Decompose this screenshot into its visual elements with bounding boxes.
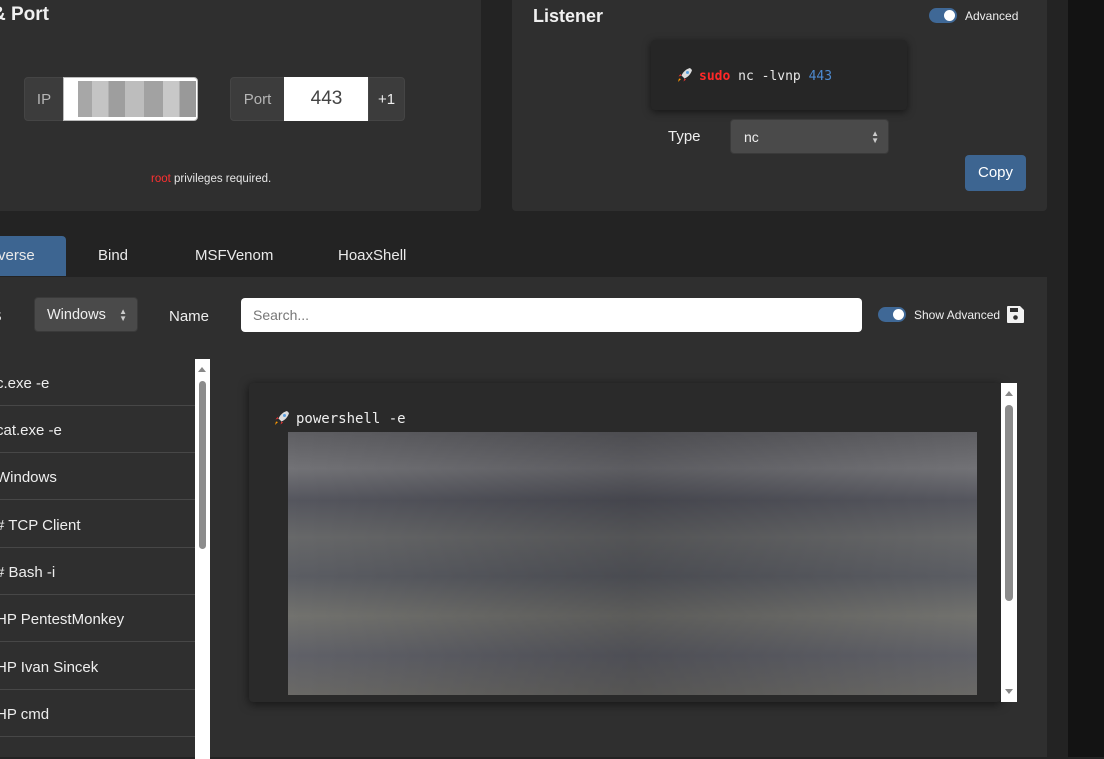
listener-command: sudo nc -lvnp 443 xyxy=(677,67,832,84)
tab-hoaxshell[interactable]: HoaxShell xyxy=(338,236,406,276)
port-increment-button[interactable]: +1 xyxy=(368,77,405,121)
output-scrollbar[interactable] xyxy=(1001,383,1017,702)
advanced-label: Advanced xyxy=(965,9,1019,23)
ip-port-panel: & Port IP Port 443 +1 root privileges re… xyxy=(0,0,481,211)
type-selected-value: nc xyxy=(744,129,759,145)
updown-arrow-icon: ▲ ▼ xyxy=(119,307,127,323)
list-item[interactable]: HP Ivan Sincek xyxy=(0,643,195,690)
scroll-up-icon[interactable] xyxy=(1005,391,1013,396)
listener-panel: Listener Advanced sudo nc -lvnp 443 Type… xyxy=(512,0,1047,211)
copy-button[interactable]: Copy xyxy=(965,155,1026,191)
advanced-toggle[interactable] xyxy=(929,8,957,23)
list-item[interactable]: HP PentestMonkey xyxy=(0,595,195,642)
tab-msfvenom[interactable]: MSFVenom xyxy=(195,236,273,276)
root-keyword: root xyxy=(151,173,171,185)
name-label: Name xyxy=(169,308,210,325)
command-port: 443 xyxy=(808,69,833,84)
save-icon[interactable] xyxy=(1006,305,1025,324)
scroll-down-icon[interactable] xyxy=(1005,689,1013,694)
shell-panel: OS Windows ▲▼ Name Show Advanced c.exe -… xyxy=(0,277,1047,759)
list-item[interactable]: cat.exe -e xyxy=(0,406,195,453)
list-item[interactable]: c.exe -e xyxy=(0,359,195,406)
port-field[interactable]: 443 xyxy=(284,77,369,121)
type-label: Type xyxy=(668,128,701,145)
output-scroll-thumb[interactable] xyxy=(1005,405,1013,601)
tab-reverse-label: verse xyxy=(0,247,35,264)
show-advanced-toggle[interactable] xyxy=(878,307,906,322)
ip-field[interactable] xyxy=(63,77,198,121)
show-advanced-label: Show Advanced xyxy=(914,308,1001,322)
list-item[interactable]: HP cmd xyxy=(0,690,195,737)
scroll-up-icon[interactable] xyxy=(198,367,206,372)
window-edge xyxy=(1068,0,1104,757)
type-select[interactable]: nc ▲ ▼ xyxy=(730,119,889,154)
shell-command: powershell -e xyxy=(274,410,406,427)
shell-list: c.exe -e cat.exe -e Windows # TCP Client… xyxy=(0,359,195,759)
os-select[interactable]: Windows ▲ ▼ xyxy=(34,297,138,332)
os-label: OS xyxy=(0,308,16,325)
list-item[interactable]: # TCP Client xyxy=(0,501,195,548)
ip-redacted-value xyxy=(78,81,196,117)
updown-arrow-icon: ▲ ▼ xyxy=(871,129,879,145)
shell-output-box[interactable]: powershell -e xyxy=(249,383,1001,702)
rocket-icon xyxy=(275,411,289,425)
command-body: nc -lvnp xyxy=(730,69,809,84)
listener-title: Listener xyxy=(533,6,604,26)
root-note-text: privileges required. xyxy=(170,173,272,185)
list-scrollbar[interactable] xyxy=(195,359,210,759)
ip-port-title: & Port xyxy=(0,4,49,25)
rocket-icon xyxy=(678,68,692,82)
tab-reverse[interactable]: verse xyxy=(0,236,66,276)
payload-redacted xyxy=(288,432,977,695)
port-label: Port xyxy=(230,77,285,121)
sudo-keyword: sudo xyxy=(699,69,731,84)
search-input[interactable] xyxy=(241,298,862,332)
list-item[interactable]: # Bash -i xyxy=(0,548,195,595)
list-scroll-thumb[interactable] xyxy=(199,381,206,549)
ip-label: IP xyxy=(24,77,64,121)
tab-bind[interactable]: Bind xyxy=(98,236,128,276)
root-privileges-note: root privileges required. xyxy=(151,173,271,185)
listener-command-box[interactable]: sudo nc -lvnp 443 xyxy=(651,40,907,110)
list-item[interactable]: Windows xyxy=(0,453,195,500)
os-selected-value: Windows xyxy=(47,307,106,323)
